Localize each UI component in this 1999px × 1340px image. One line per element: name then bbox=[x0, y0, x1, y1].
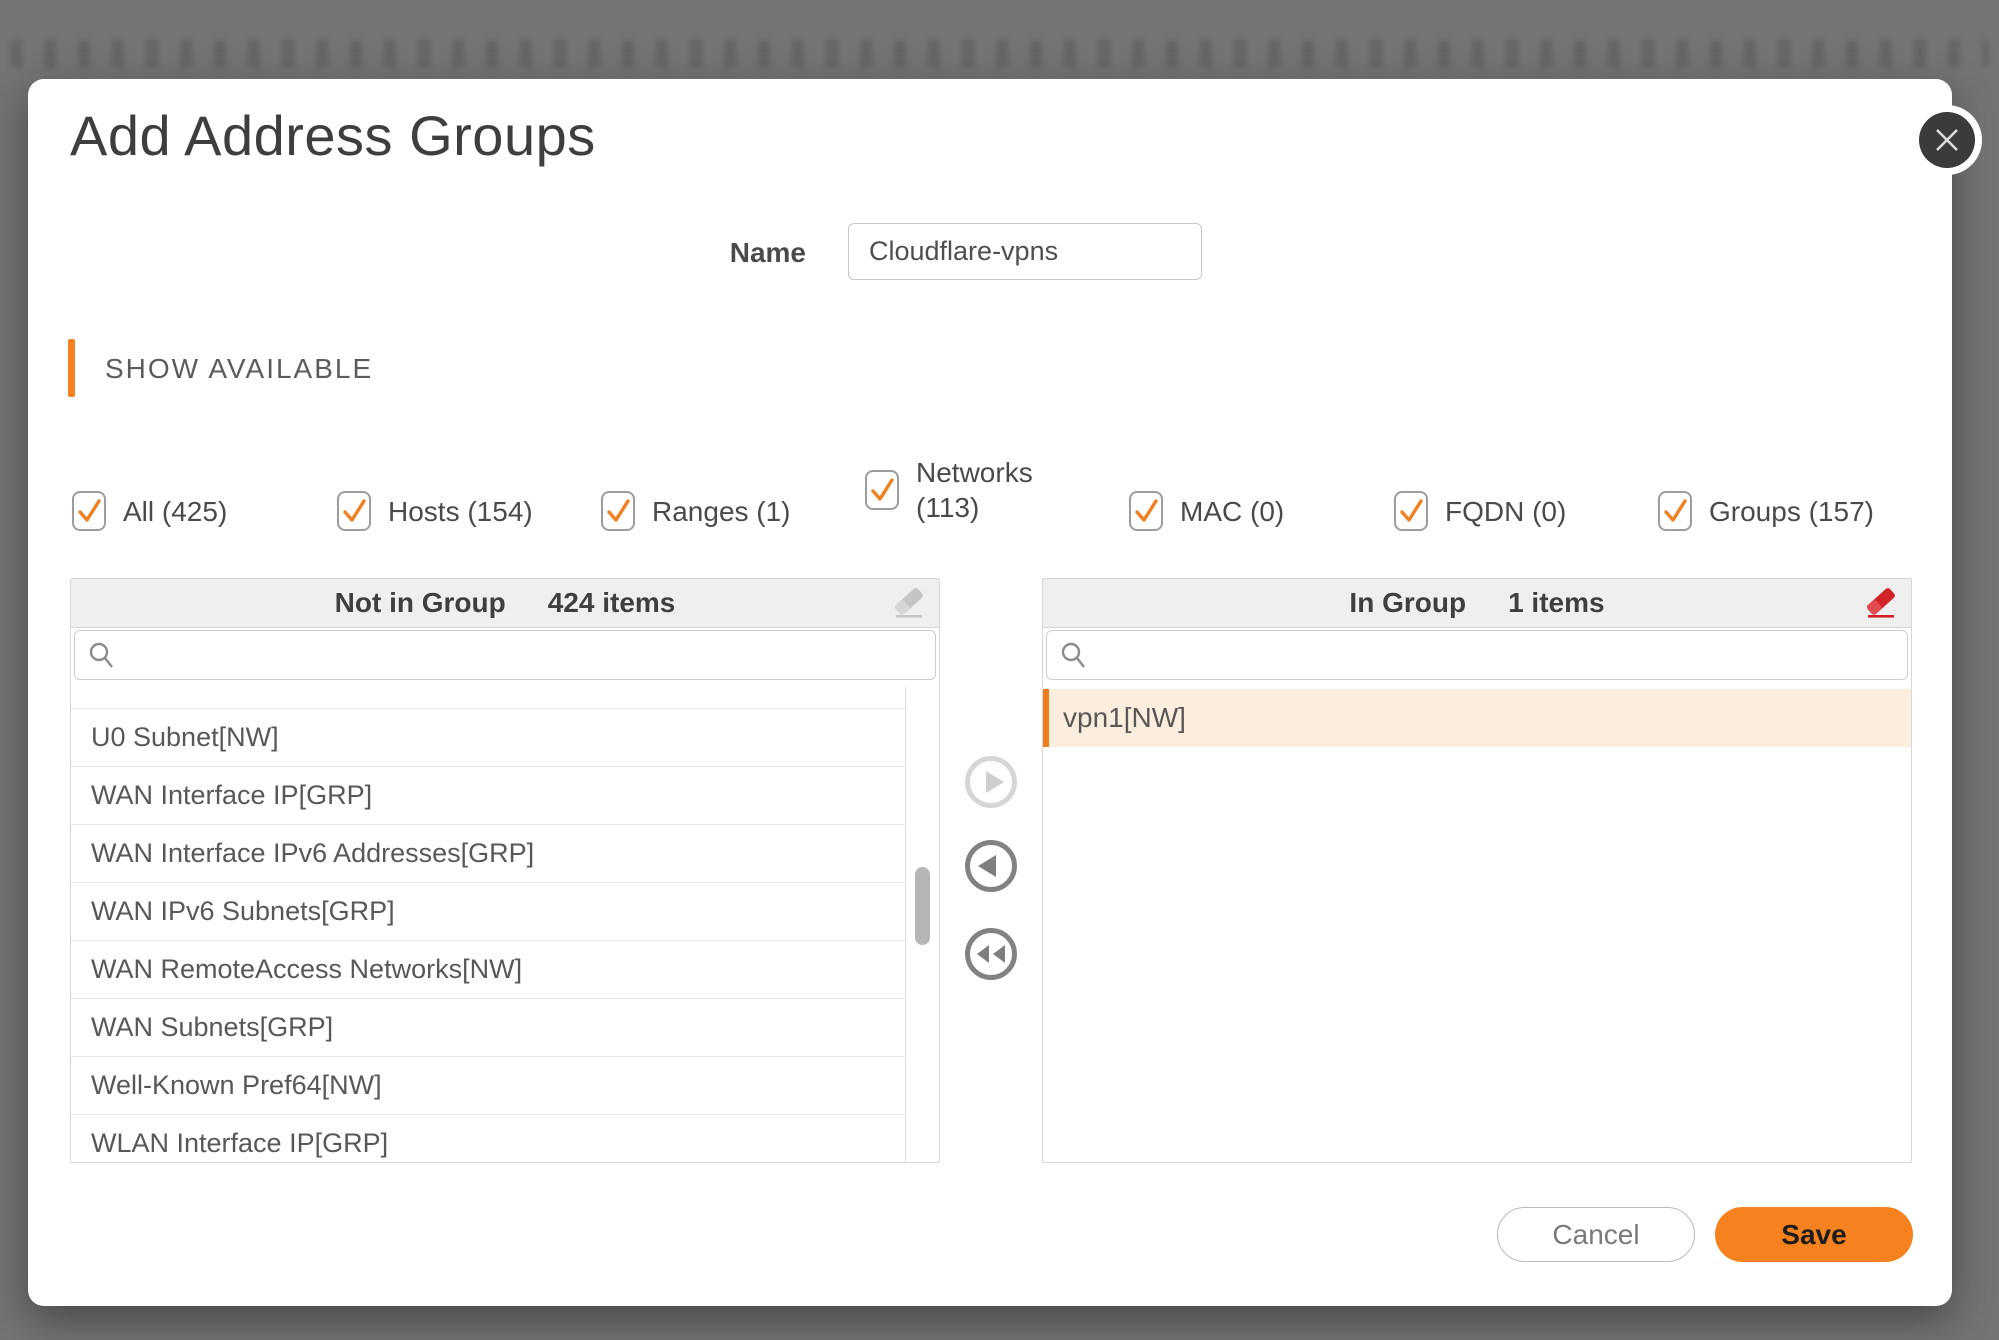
checkbox-checked-icon[interactable] bbox=[1658, 491, 1692, 531]
in-group-panel: In Group 1 items vpn1[NW] bbox=[1042, 578, 1912, 1163]
filter-groups[interactable]: Groups (157) bbox=[1658, 491, 1874, 531]
checkbox-checked-icon[interactable] bbox=[865, 470, 899, 510]
not-in-group-search bbox=[74, 630, 936, 680]
list-item[interactable]: WAN IPv6 Subnets[GRP] bbox=[71, 883, 906, 941]
not-in-group-header: Not in Group 424 items bbox=[71, 579, 939, 628]
search-icon bbox=[1059, 641, 1089, 671]
show-available-heading: SHOW AVAILABLE bbox=[105, 353, 373, 385]
name-input[interactable] bbox=[848, 223, 1202, 280]
filter-networks[interactable]: Networks (113) bbox=[865, 455, 1033, 525]
eraser-icon bbox=[890, 586, 928, 622]
add-address-groups-dialog: Add Address Groups Name SHOW AVAILABLE A… bbox=[28, 79, 1952, 1306]
scrollbar-thumb[interactable] bbox=[915, 867, 930, 945]
checkbox-checked-icon[interactable] bbox=[601, 491, 635, 531]
filter-hosts[interactable]: Hosts (154) bbox=[337, 491, 533, 531]
not-in-group-panel: Not in Group 424 items U0 Subnet[NW] bbox=[70, 578, 940, 1163]
cancel-button[interactable]: Cancel bbox=[1497, 1207, 1695, 1262]
clear-selection-button[interactable] bbox=[889, 584, 929, 624]
checkbox-checked-icon[interactable] bbox=[337, 491, 371, 531]
list-item[interactable]: U0 Subnet[NW] bbox=[71, 708, 906, 767]
filter-mac[interactable]: MAC (0) bbox=[1129, 491, 1284, 531]
list-item[interactable]: WAN Interface IP[GRP] bbox=[71, 767, 906, 825]
not-in-group-search-input[interactable] bbox=[127, 631, 929, 681]
move-all-left-button[interactable] bbox=[964, 927, 1018, 981]
panel-count: 424 items bbox=[548, 587, 676, 619]
panel-count: 1 items bbox=[1508, 587, 1605, 619]
checkbox-checked-icon[interactable] bbox=[1394, 491, 1428, 531]
name-label: Name bbox=[666, 237, 806, 269]
search-icon bbox=[87, 641, 117, 671]
arrow-left-icon bbox=[964, 839, 1018, 893]
eraser-icon bbox=[1862, 586, 1900, 622]
double-arrow-left-icon bbox=[964, 927, 1018, 981]
checkbox-checked-icon[interactable] bbox=[72, 491, 106, 531]
move-right-button[interactable] bbox=[964, 755, 1018, 809]
dialog-title: Add Address Groups bbox=[70, 103, 596, 168]
section-accent-bar bbox=[68, 339, 75, 397]
filter-fqdn[interactable]: FQDN (0) bbox=[1394, 491, 1566, 531]
filter-ranges[interactable]: Ranges (1) bbox=[601, 491, 791, 531]
list-item[interactable]: WAN Interface IPv6 Addresses[GRP] bbox=[71, 825, 906, 883]
save-button[interactable]: Save bbox=[1715, 1207, 1913, 1262]
move-left-button[interactable] bbox=[964, 839, 1018, 893]
close-icon bbox=[1932, 125, 1962, 155]
panel-title: In Group bbox=[1349, 587, 1466, 619]
arrow-right-icon bbox=[964, 755, 1018, 809]
list-item[interactable]: WLAN Interface IP[GRP] bbox=[71, 1115, 906, 1162]
list-item[interactable]: WAN Subnets[GRP] bbox=[71, 999, 906, 1057]
filter-all[interactable]: All (425) bbox=[72, 491, 227, 531]
not-in-group-list: U0 Subnet[NW] WAN Interface IP[GRP] WAN … bbox=[71, 687, 906, 1162]
scrollbar-track bbox=[905, 687, 939, 1162]
in-group-search-input[interactable] bbox=[1099, 631, 1901, 681]
selected-list-item[interactable]: vpn1[NW] bbox=[1043, 689, 1911, 747]
in-group-header: In Group 1 items bbox=[1043, 579, 1911, 628]
clear-group-button[interactable] bbox=[1861, 584, 1901, 624]
panel-title: Not in Group bbox=[335, 587, 506, 619]
in-group-list: vpn1[NW] bbox=[1043, 687, 1911, 1162]
list-item[interactable]: WAN RemoteAccess Networks[NW] bbox=[71, 941, 906, 999]
close-button[interactable] bbox=[1919, 112, 1975, 168]
list-item[interactable]: Well-Known Pref64[NW] bbox=[71, 1057, 906, 1115]
checkbox-checked-icon[interactable] bbox=[1129, 491, 1163, 531]
in-group-search bbox=[1046, 630, 1908, 680]
dimmed-background-app bbox=[10, 40, 1989, 68]
